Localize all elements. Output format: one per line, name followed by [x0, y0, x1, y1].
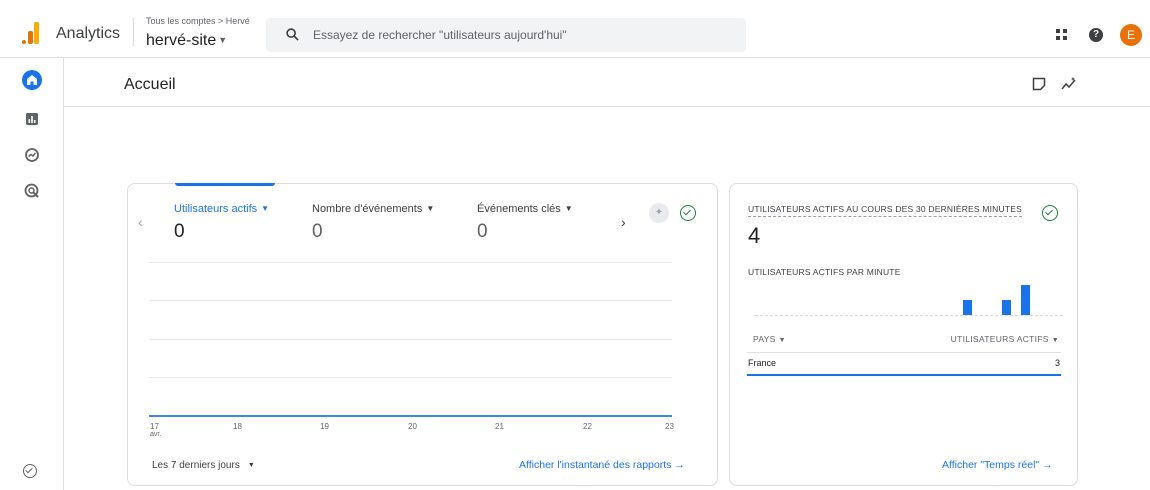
metric-label: Utilisateurs actifs — [174, 203, 258, 215]
property-name: hervé-site — [146, 32, 217, 49]
chevron-down-icon: ▼ — [778, 337, 786, 344]
explore-icon[interactable] — [23, 146, 41, 164]
chevron-right-icon[interactable]: › — [621, 214, 626, 230]
x-tick-label: 21 — [495, 422, 504, 431]
realtime-value: 4 — [748, 223, 761, 248]
header-divider-line — [64, 106, 1150, 107]
header-divider — [133, 18, 134, 46]
chevron-down-icon: ▼ — [218, 35, 228, 45]
chevron-down-icon: ▼ — [1051, 337, 1059, 344]
date-range-label: Les 7 derniers jours — [152, 460, 240, 471]
chart-series-line — [149, 415, 672, 417]
search-icon — [286, 28, 299, 41]
x-tick-label: 20 — [408, 422, 417, 431]
insights-icon[interactable] — [1061, 76, 1077, 92]
advertising-icon[interactable] — [23, 182, 41, 200]
metric-tab-active-users[interactable]: Utilisateurs actifs ▼ 0 — [174, 203, 269, 243]
column-header-label: UTILISATEURS ACTIFS — [950, 334, 1049, 344]
left-nav — [0, 58, 64, 490]
account-breadcrumb[interactable]: Tous les comptes > Hervé — [146, 16, 250, 26]
check-circle-icon — [680, 205, 696, 221]
x-tick-label: 18 — [233, 422, 242, 431]
chevron-left-icon[interactable]: ‹ — [138, 214, 143, 230]
realtime-title: UTILISATEURS ACTIFS AU COURS DES 30 DERN… — [748, 204, 1022, 217]
overview-card: ‹ Utilisateurs actifs ▼ 0 Nombre d'événem… — [127, 183, 718, 486]
link-label: Afficher l'instantané des rapports — [519, 459, 672, 471]
search-bar[interactable]: Essayez de rechercher "utilisateurs aujo… — [266, 18, 746, 52]
per-minute-bar — [963, 300, 972, 315]
x-tick-label: 17 — [150, 422, 159, 431]
chevron-down-icon: ▼ — [261, 204, 270, 213]
per-minute-bar — [1002, 300, 1011, 315]
x-tick-label: 19 — [320, 422, 329, 431]
table-row-bar — [747, 374, 1061, 376]
apps-grid-icon[interactable] — [1056, 29, 1067, 40]
chart-gridline — [149, 339, 672, 340]
x-tick-label: 22 — [583, 422, 592, 431]
reports-icon[interactable] — [23, 110, 41, 128]
page-title: Accueil — [124, 76, 176, 93]
column-header-active-users[interactable]: UTILISATEURS ACTIFS ▼ — [951, 334, 1059, 344]
top-bar: Analytics Tous les comptes > Hervé hervé… — [0, 0, 1150, 58]
chevron-down-icon: ▼ — [426, 204, 435, 213]
column-header-label: PAYS — [753, 334, 776, 344]
avatar[interactable]: E — [1120, 24, 1142, 46]
check-circle-icon — [1042, 205, 1058, 221]
view-realtime-link[interactable]: Afficher "Temps réel" → — [942, 459, 1053, 471]
metric-label: Événements clés — [477, 203, 561, 215]
column-header-country[interactable]: PAYS ▼ — [753, 334, 786, 344]
date-range-selector[interactable]: Les 7 derniers jours ▼ — [152, 460, 255, 471]
table-row-users: 3 — [1054, 358, 1060, 368]
metric-tab-key-events[interactable]: Événements clés ▼ 0 — [477, 203, 573, 243]
help-icon[interactable]: ? — [1089, 28, 1103, 42]
admin-check-icon[interactable] — [23, 464, 37, 478]
arrow-right-icon: → — [674, 459, 685, 471]
analytics-logo-icon[interactable] — [22, 22, 40, 44]
insight-icon[interactable]: ✦ — [649, 203, 669, 223]
x-tick-sublabel: avr. — [150, 431, 162, 438]
x-tick-label: 23 — [665, 422, 674, 431]
metric-value: 0 — [477, 221, 488, 242]
chevron-down-icon: ▼ — [247, 462, 255, 469]
metric-label: Nombre d'événements — [312, 203, 423, 215]
table-header-divider — [747, 352, 1061, 353]
property-selector[interactable]: hervé-site ▼ — [146, 32, 227, 50]
chevron-down-icon: ▼ — [564, 204, 573, 213]
active-tab-indicator — [175, 183, 275, 186]
chart-gridline — [149, 262, 672, 263]
metric-value: 0 — [312, 221, 323, 242]
link-label: Afficher "Temps réel" — [942, 459, 1040, 471]
per-minute-label: UTILISATEURS ACTIFS PAR MINUTE — [748, 267, 901, 277]
realtime-card: UTILISATEURS ACTIFS AU COURS DES 30 DERN… — [729, 183, 1078, 486]
view-reports-snapshot-link[interactable]: Afficher l'instantané des rapports → — [519, 459, 685, 471]
per-minute-bar — [1021, 285, 1030, 315]
per-minute-axis — [755, 315, 1063, 316]
home-icon[interactable] — [22, 70, 42, 90]
table-row-country: France — [748, 358, 777, 368]
metric-value: 0 — [174, 221, 185, 242]
app-name: Analytics — [56, 25, 121, 42]
arrow-right-icon: → — [1042, 459, 1053, 471]
search-placeholder: Essayez de rechercher "utilisateurs aujo… — [313, 28, 567, 42]
metric-tab-event-count[interactable]: Nombre d'événements ▼ 0 — [312, 203, 434, 243]
notes-icon[interactable] — [1031, 76, 1047, 92]
chart-gridline — [149, 300, 672, 301]
chart-gridline — [149, 377, 672, 378]
